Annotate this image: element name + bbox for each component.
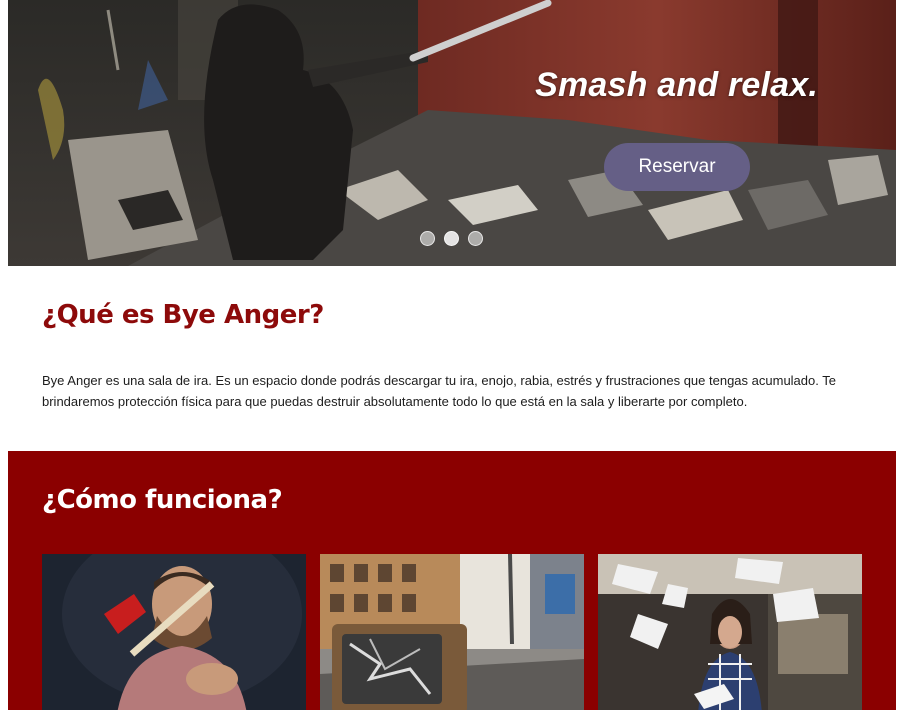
carousel-dots: [420, 231, 483, 246]
hero-image: [8, 0, 896, 266]
how-heading: ¿Cómo funciona?: [42, 485, 283, 515]
about-section: ¿Qué es Bye Anger? Bye Anger es una sala…: [42, 300, 872, 412]
hero-title: Smash and relax.: [535, 66, 818, 104]
card-image-man-with-axe: [42, 554, 306, 710]
hero-banner: Smash and relax. Reservar: [8, 0, 896, 266]
about-paragraph: Bye Anger es una sala de ira. Es un espa…: [42, 373, 836, 409]
carousel-dot-2[interactable]: [444, 231, 459, 246]
about-heading: ¿Qué es Bye Anger?: [42, 300, 324, 330]
carousel-dot-3[interactable]: [468, 231, 483, 246]
card-image-woman-meditating: [598, 554, 862, 710]
how-it-works-section: ¿Cómo funciona?: [8, 451, 896, 710]
carousel-dot-1[interactable]: [420, 231, 435, 246]
card-image-broken-tv-street: [320, 554, 584, 710]
reserve-button[interactable]: Reservar: [604, 143, 750, 191]
